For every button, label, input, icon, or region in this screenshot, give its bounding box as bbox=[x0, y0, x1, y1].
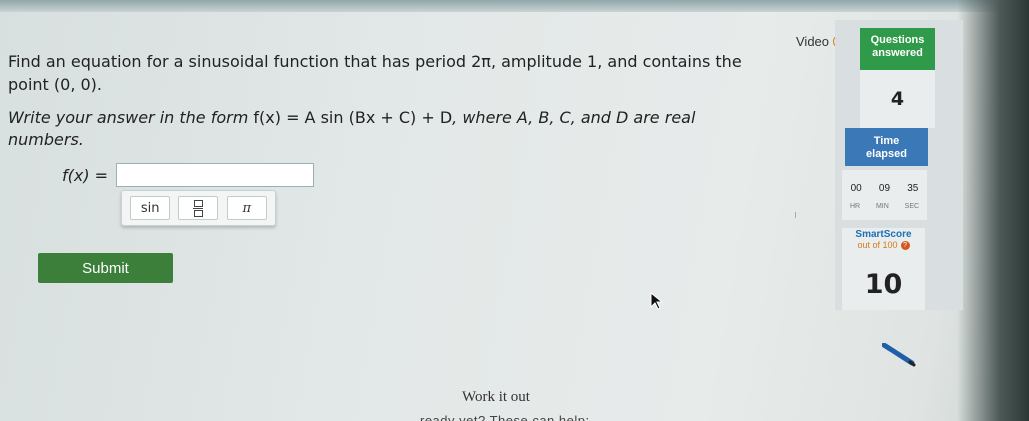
smartscore-label: SmartScore bbox=[855, 229, 912, 240]
answer-row: f(x) = bbox=[62, 163, 315, 187]
answer-lhs: f(x) = bbox=[62, 165, 109, 185]
question-line-1: Find an equation for a sinusoidal functi… bbox=[8, 52, 742, 71]
instruction-line-2: numbers. bbox=[8, 130, 84, 149]
smartscore-sub-label: out of 100 bbox=[857, 240, 898, 250]
help-icon[interactable]: ? bbox=[900, 240, 910, 250]
time-label-1: Time bbox=[873, 135, 900, 147]
questions-label-2: answered bbox=[872, 47, 923, 59]
pi-key[interactable]: π bbox=[226, 196, 267, 220]
smartscore-header: SmartScore out of 100 ? bbox=[842, 228, 925, 260]
instruction-pre: Write your answer in the form bbox=[8, 108, 254, 127]
smartscore-subtitle: out of 100 ? bbox=[842, 240, 925, 250]
time-elapsed-header: Time elapsed bbox=[845, 128, 928, 166]
question-text: Find an equation for a sinusoidal functi… bbox=[8, 50, 768, 96]
fraction-icon bbox=[193, 199, 204, 217]
instruction-text: Write your answer in the form f(x) = A s… bbox=[8, 107, 728, 151]
ready-text: ready yet? These can help: bbox=[420, 413, 590, 421]
timer: 00 09 35 HR MIN SEC bbox=[842, 170, 927, 220]
mouse-cursor-icon bbox=[650, 292, 664, 310]
time-label-2: elapsed bbox=[866, 148, 907, 160]
question-line-2: point (0, 0). bbox=[8, 75, 102, 94]
video-label: Video bbox=[796, 34, 830, 49]
fraction-key[interactable] bbox=[178, 196, 219, 220]
instruction-form: f(x) = A sin (Bx + C) + D bbox=[253, 108, 453, 127]
timer-seconds: 35 bbox=[907, 183, 919, 194]
sin-key[interactable]: sin bbox=[130, 196, 171, 220]
divider-tick bbox=[795, 212, 796, 218]
timer-hours: 00 bbox=[850, 183, 862, 194]
submit-button[interactable]: Submit bbox=[38, 253, 173, 283]
timer-hours-label: HR bbox=[849, 203, 861, 210]
pencil-icon[interactable] bbox=[882, 343, 916, 367]
questions-label-1: Questions bbox=[870, 34, 925, 46]
screen: Find an equation for a sinusoidal functi… bbox=[0, 0, 1029, 421]
questions-answered-header: Questions answered bbox=[860, 28, 935, 70]
timer-seconds-label: SEC bbox=[904, 203, 920, 210]
window-top-edge bbox=[0, 0, 1029, 12]
timer-minutes-label: MIN bbox=[875, 203, 889, 210]
timer-minutes: 09 bbox=[878, 183, 891, 194]
math-keypad: sin π bbox=[121, 190, 276, 226]
questions-count: 4 bbox=[860, 70, 935, 128]
instruction-post: , where A, B, C, and D are real bbox=[452, 108, 696, 127]
work-it-out-heading: Work it out bbox=[462, 389, 530, 405]
answer-input[interactable] bbox=[116, 163, 315, 187]
smartscore-value: 10 bbox=[842, 260, 925, 310]
screen-edge-shadow bbox=[957, 0, 1029, 421]
